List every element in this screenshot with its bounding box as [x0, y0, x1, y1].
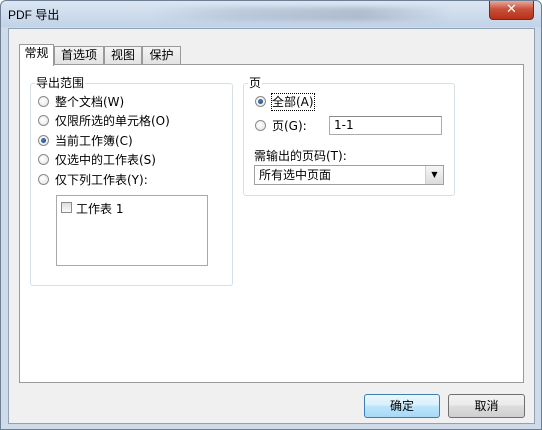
output-pages-selected: 所有选中页面 [259, 168, 332, 182]
tab-protection[interactable]: 保护 [142, 46, 181, 65]
tab-protection-label: 保护 [149, 48, 174, 62]
ok-button-label: 确定 [389, 399, 414, 413]
pdf-export-dialog: PDF 导出 ✕ 常规 首选项 视图 保护 导出范围 整个文档(W) 仅限所选的… [0, 0, 542, 430]
radio-following-sheets-label: 仅下列工作表(Y): [55, 173, 148, 187]
radio-whole-document-label: 整个文档(W) [55, 95, 125, 109]
radio-all-pages-indicator[interactable] [255, 96, 266, 107]
chevron-down-icon[interactable]: ▼ [425, 166, 443, 184]
tab-general[interactable]: 常规 [19, 44, 54, 66]
tab-view-label: 视图 [110, 48, 135, 62]
export-range-legend: 导出范围 [35, 76, 86, 90]
radio-page-range-label: 页(G): [272, 119, 307, 133]
radio-selected-cells-indicator[interactable] [38, 115, 49, 126]
sheet-list-item[interactable]: 工作表 1 [61, 199, 201, 216]
pages-legend: 页 [248, 76, 263, 90]
radio-following-sheets-indicator[interactable] [38, 174, 49, 185]
radio-selected-sheets-indicator[interactable] [38, 154, 49, 165]
radio-selected-cells-label: 仅限所选的单元格(O) [55, 114, 170, 128]
tab-panel-general: 导出范围 整个文档(W) 仅限所选的单元格(O) 当前工作簿(C) 仅选中的工作… [19, 64, 524, 383]
window-title: PDF 导出 [8, 8, 60, 22]
sheet-name: 工作表 1 [76, 202, 124, 216]
close-icon: ✕ [506, 2, 517, 17]
cancel-button-label: 取消 [474, 399, 499, 413]
output-pages-select[interactable]: 所有选中页面 ▼ [254, 165, 444, 185]
radio-page-range-indicator[interactable] [255, 120, 266, 131]
radio-all-pages-label: 全部(A) [271, 93, 315, 111]
tab-general-label: 常规 [24, 46, 49, 60]
page-range-value: 1-1 [334, 118, 354, 132]
radio-whole-document-indicator[interactable] [38, 96, 49, 107]
close-button[interactable]: ✕ [489, 1, 534, 20]
output-pages-label: 需输出的页码(T): [254, 149, 347, 163]
tab-view[interactable]: 视图 [104, 46, 142, 65]
sheet-list[interactable]: 工作表 1 [56, 195, 208, 266]
export-range-group: 导出范围 整个文档(W) 仅限所选的单元格(O) 当前工作簿(C) 仅选中的工作… [30, 76, 233, 286]
title-bar-blurred-area [151, 7, 451, 21]
tab-preferences[interactable]: 首选项 [54, 46, 104, 65]
cancel-button[interactable]: 取消 [448, 394, 525, 418]
ok-button[interactable]: 确定 [364, 394, 440, 418]
tab-preferences-label: 首选项 [60, 48, 97, 62]
sheet-checkbox[interactable] [61, 202, 72, 213]
dialog-client-area: 常规 首选项 视图 保护 导出范围 整个文档(W) 仅限所选的单元格(O) 当前… [8, 28, 535, 424]
radio-current-workbook-indicator[interactable] [38, 135, 49, 146]
pages-group: 页 全部(A) 页(G): 1-1 需输出的页码(T): 所有选中页面 ▼ [243, 76, 455, 196]
title-bar[interactable]: PDF 导出 ✕ [1, 1, 541, 27]
radio-current-workbook-label: 当前工作簿(C) [55, 134, 133, 148]
page-range-input[interactable]: 1-1 [329, 116, 442, 135]
radio-selected-sheets-label: 仅选中的工作表(S) [55, 153, 156, 167]
